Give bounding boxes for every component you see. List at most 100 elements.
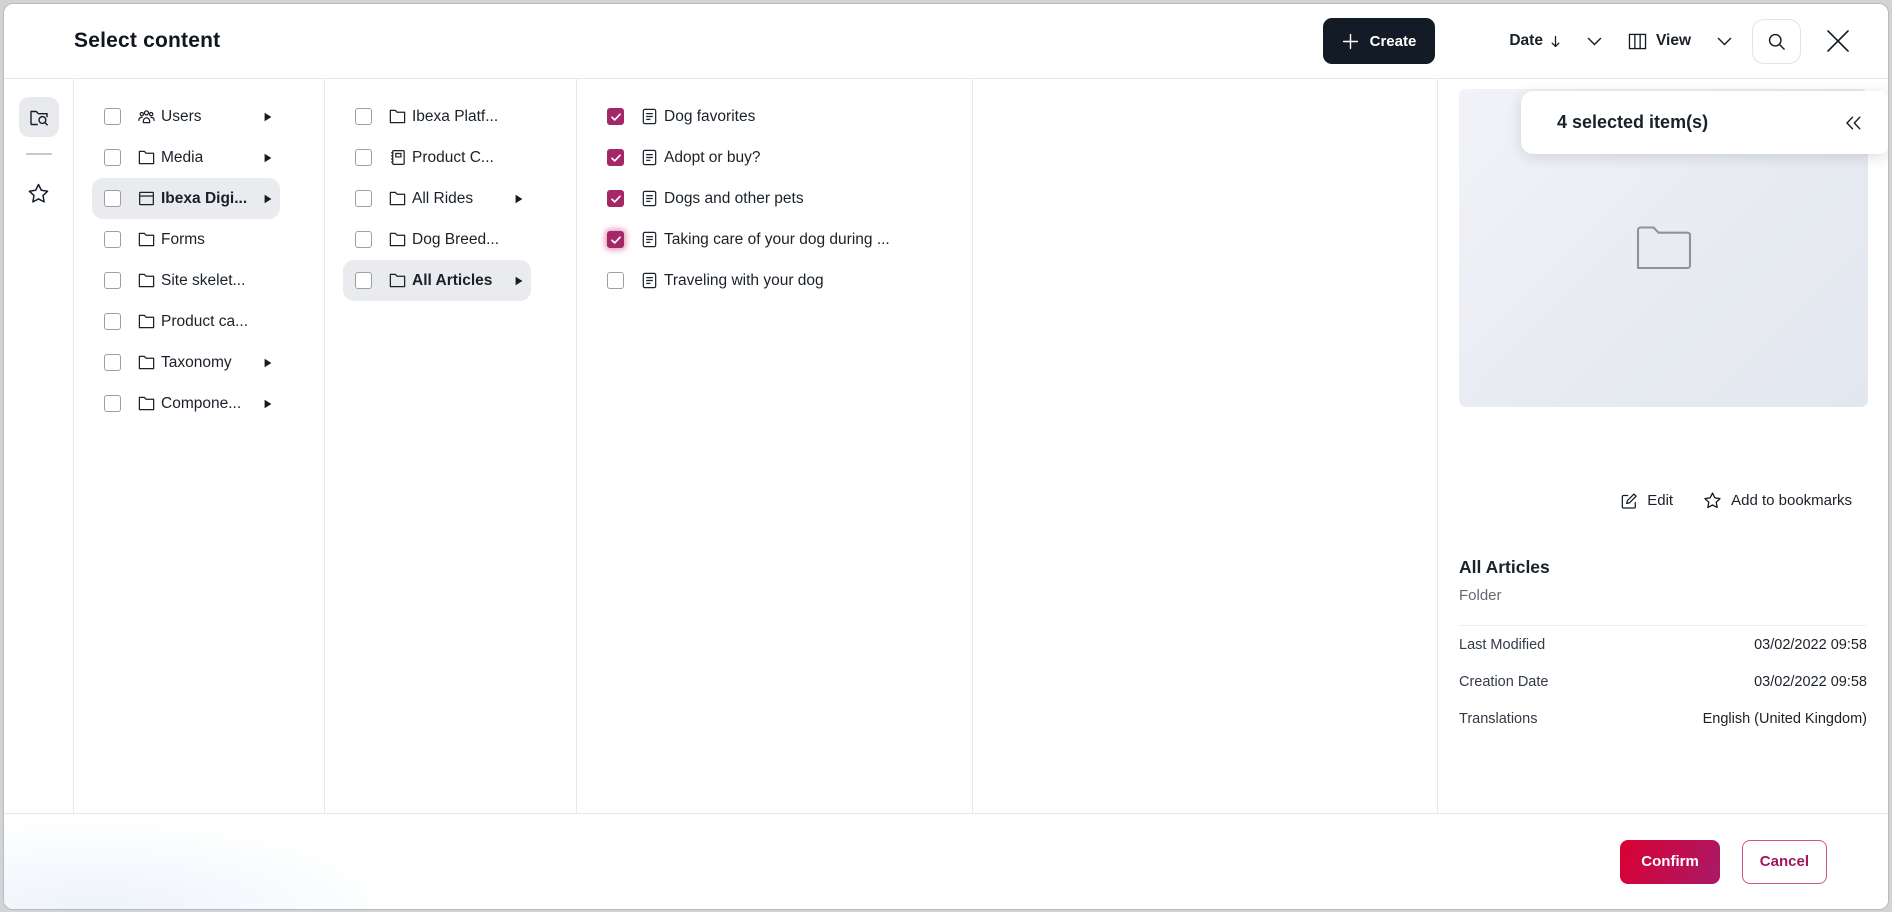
tree-item[interactable]: Ibexa Platf...	[343, 96, 531, 137]
item-label: Taking care of your dog during ...	[664, 231, 890, 249]
landing-icon	[137, 189, 156, 208]
left-rail	[4, 79, 74, 813]
edit-button-label: Edit	[1647, 492, 1673, 509]
item-label: Users	[161, 108, 201, 126]
view-chevron-down-icon[interactable]	[1717, 37, 1732, 46]
tree-column: Dog favorites Adopt or buy? Dogs and other…	[577, 79, 973, 813]
tree-column	[973, 79, 1438, 813]
create-button-label: Create	[1370, 33, 1417, 50]
item-label: Product ca...	[161, 313, 248, 331]
tree-item[interactable]: All Rides	[343, 178, 531, 219]
select-content-modal: Select content Create Date View	[3, 3, 1889, 910]
close-button[interactable]	[1825, 28, 1851, 54]
sort-dropdown[interactable]: Date	[1509, 32, 1561, 50]
item-checkbox[interactable]	[104, 313, 121, 330]
search-button[interactable]	[1752, 19, 1801, 64]
item-checkbox[interactable]	[104, 354, 121, 371]
item-label: Dog Breed...	[412, 231, 499, 249]
meta-value: English (United Kingdom)	[1703, 711, 1867, 727]
item-checkbox[interactable]	[355, 272, 372, 289]
item-checkbox[interactable]	[355, 108, 372, 125]
item-checkbox[interactable]	[607, 272, 624, 289]
browse-button[interactable]	[19, 97, 59, 137]
item-checkbox[interactable]	[355, 190, 372, 207]
folder-icon	[137, 312, 156, 331]
meta-value: 03/02/2022 09:58	[1754, 674, 1867, 690]
tree-item[interactable]: Taking care of your dog during ...	[595, 219, 965, 260]
meta-row: Translations English (United Kingdom)	[1459, 700, 1867, 737]
item-label: Taxonomy	[161, 354, 232, 372]
create-button[interactable]: Create	[1323, 18, 1436, 64]
item-checkbox[interactable]	[607, 190, 624, 207]
tree-item[interactable]: Ibexa Digi...	[92, 178, 280, 219]
expand-arrow-icon[interactable]	[264, 194, 272, 204]
tree-item[interactable]: Dog favorites	[595, 96, 965, 137]
tree-item[interactable]: Dog Breed...	[343, 219, 531, 260]
modal-header: Select content Create Date View	[4, 4, 1888, 79]
expand-arrow-icon[interactable]	[515, 194, 523, 204]
cancel-button[interactable]: Cancel	[1742, 840, 1827, 884]
meta-label: Translations	[1459, 711, 1537, 727]
catalog-icon	[388, 148, 407, 167]
article-icon	[640, 271, 659, 290]
tree-item[interactable]: Users	[92, 96, 280, 137]
tree-item[interactable]: Media	[92, 137, 280, 178]
expand-arrow-icon[interactable]	[264, 399, 272, 409]
expand-arrow-icon[interactable]	[264, 153, 272, 163]
item-label: Dogs and other pets	[664, 190, 804, 208]
article-icon	[640, 189, 659, 208]
add-to-bookmarks-button[interactable]: Add to bookmarks	[1703, 491, 1852, 510]
expand-arrow-icon[interactable]	[515, 276, 523, 286]
item-label: Adopt or buy?	[664, 149, 761, 167]
sort-descending-icon	[1550, 35, 1561, 48]
article-icon	[640, 107, 659, 126]
item-checkbox[interactable]	[104, 395, 121, 412]
item-type-label: Folder	[1459, 587, 1502, 604]
tree-item[interactable]: Compone...	[92, 383, 280, 424]
tree-item[interactable]: Product ca...	[92, 301, 280, 342]
confirm-button[interactable]: Confirm	[1620, 840, 1720, 884]
item-checkbox[interactable]	[355, 231, 372, 248]
folder-icon	[388, 107, 407, 126]
item-label: Media	[161, 149, 203, 167]
item-checkbox[interactable]	[607, 231, 624, 248]
item-checkbox[interactable]	[104, 149, 121, 166]
bookmarks-button[interactable]	[19, 173, 59, 213]
sort-label: Date	[1509, 32, 1543, 50]
meta-label: Creation Date	[1459, 674, 1548, 690]
item-label: Ibexa Platf...	[412, 108, 498, 126]
item-checkbox[interactable]	[607, 108, 624, 125]
meta-value: 03/02/2022 09:58	[1754, 637, 1867, 653]
item-metadata: Last Modified03/02/2022 09:58Creation Da…	[1459, 625, 1867, 737]
item-checkbox[interactable]	[104, 272, 121, 289]
item-label: Compone...	[161, 395, 241, 413]
item-checkbox[interactable]	[607, 149, 624, 166]
folder-icon	[137, 271, 156, 290]
item-checkbox[interactable]	[104, 108, 121, 125]
item-checkbox[interactable]	[355, 149, 372, 166]
tree-item[interactable]: Taxonomy	[92, 342, 280, 383]
item-label: All Rides	[412, 190, 473, 208]
tree-item[interactable]: Traveling with your dog	[595, 260, 965, 301]
expand-arrow-icon[interactable]	[264, 358, 272, 368]
tree-column: Users Media Ibexa Digi...FormsSite skelet.…	[74, 79, 325, 813]
view-label: View	[1656, 32, 1691, 50]
tree-item[interactable]: Adopt or buy?	[595, 137, 965, 178]
sort-chevron-down-icon[interactable]	[1587, 37, 1602, 46]
tree-item[interactable]: All Articles	[343, 260, 531, 301]
item-label: Dog favorites	[664, 108, 755, 126]
plus-icon	[1342, 33, 1359, 50]
tree-item[interactable]: Forms	[92, 219, 280, 260]
content-tree-columns: Users Media Ibexa Digi...FormsSite skelet.…	[74, 79, 1438, 813]
tree-item[interactable]: Dogs and other pets	[595, 178, 965, 219]
tree-item[interactable]: Site skelet...	[92, 260, 280, 301]
collapse-panel-button[interactable]	[1844, 116, 1862, 130]
folder-icon	[137, 394, 156, 413]
edit-button[interactable]: Edit	[1620, 491, 1673, 510]
item-checkbox[interactable]	[104, 190, 121, 207]
item-checkbox[interactable]	[104, 231, 121, 248]
view-dropdown[interactable]: View	[1628, 32, 1691, 50]
expand-arrow-icon[interactable]	[264, 112, 272, 122]
item-label: Product C...	[412, 149, 494, 167]
tree-item[interactable]: Product C...	[343, 137, 531, 178]
